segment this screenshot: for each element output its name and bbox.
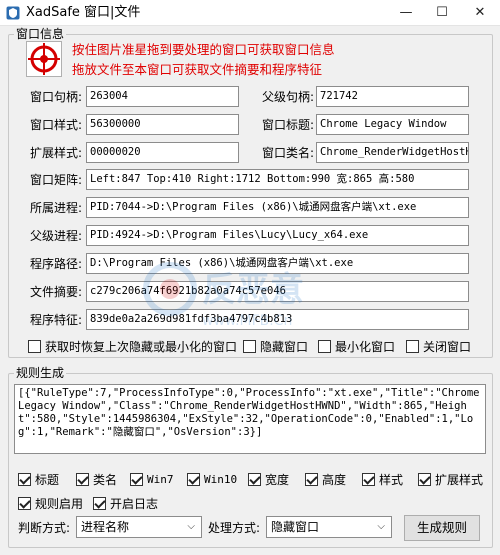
rect-field[interactable]: Left:847 Top:410 Right:1712 Bottom:990 宽… (86, 169, 469, 190)
check-enable-log[interactable]: 开启日志 (93, 495, 158, 511)
check-width[interactable]: 宽度 (248, 471, 289, 487)
rect-label: 窗口矩阵: (30, 173, 83, 187)
parent-process-field[interactable]: PID:4924->D:\Program Files\Lucy\Lucy_x64… (86, 225, 469, 246)
hint-drag-crosshair: 按住图片准星拖到要处理的窗口可获取窗口信息 (72, 42, 335, 57)
parent-handle-label: 父级句柄: (262, 90, 315, 104)
caption-label: 窗口标题: (262, 118, 315, 132)
digest-field[interactable]: c279c206a74f6921b82a0a74c57e046 (86, 281, 469, 302)
checkbox-box[interactable] (243, 339, 256, 353)
maximize-button[interactable]: ☐ (424, 0, 460, 26)
app-icon (6, 6, 20, 20)
minimize-button[interactable]: — (388, 0, 424, 26)
checkbox-box[interactable] (418, 472, 431, 486)
rule-textarea[interactable]: [{"RuleType":7,"ProcessInfoType":0,"Proc… (14, 384, 486, 454)
parent-process-label: 父级进程: (30, 229, 83, 243)
checkbox-box[interactable] (93, 496, 106, 510)
close-window-checkbox[interactable]: 关闭窗口 (406, 338, 471, 354)
parent-handle-field[interactable]: 721742 (316, 86, 469, 107)
class-label: 窗口类名: (262, 146, 315, 160)
exstyle-field[interactable]: 00000020 (86, 142, 239, 163)
style-field[interactable]: 56300000 (86, 114, 239, 135)
check-win7[interactable]: Win7 (130, 471, 174, 487)
hide-window-checkbox[interactable]: 隐藏窗口 (243, 338, 308, 354)
handle-mode-select[interactable]: 隐藏窗口 ⌵ (266, 516, 392, 538)
style-label: 窗口样式: (30, 118, 83, 132)
checkbox-box[interactable] (18, 496, 31, 510)
hint-drop-file: 拖放文件至本窗口可获取文件摘要和程序特征 (72, 62, 323, 77)
check-rule-enabled[interactable]: 规则启用 (18, 495, 83, 511)
handle-label: 窗口句柄: (30, 90, 83, 104)
feature-label: 程序特征: (30, 313, 83, 327)
checkbox-box[interactable] (406, 339, 419, 353)
caption-field[interactable]: Chrome Legacy Window (316, 114, 469, 135)
minimize-window-checkbox[interactable]: 最小化窗口 (318, 338, 395, 354)
checkbox-box[interactable] (130, 472, 143, 486)
check-exstyle[interactable]: 扩展样式 (418, 471, 483, 487)
class-field[interactable]: Chrome_RenderWidgetHostHWND (316, 142, 469, 163)
window-info-title: 窗口信息 (14, 27, 67, 41)
title-bar[interactable]: XadSafe 窗口|文件 — ☐ ✕ (0, 0, 500, 26)
checkbox-box[interactable] (318, 339, 331, 353)
close-button[interactable]: ✕ (462, 0, 498, 26)
check-height[interactable]: 高度 (305, 471, 346, 487)
check-style[interactable]: 样式 (362, 471, 403, 487)
checkbox-box[interactable] (28, 339, 41, 353)
check-class[interactable]: 类名 (76, 471, 117, 487)
checkbox-box[interactable] (248, 472, 261, 486)
judge-label: 判断方式: (18, 521, 71, 535)
check-win10[interactable]: Win10 (187, 471, 237, 487)
exstyle-label: 扩展样式: (30, 146, 83, 160)
chevron-down-icon: ⌵ (187, 521, 195, 532)
checkbox-box[interactable] (76, 472, 89, 486)
handle-field[interactable]: 263004 (86, 86, 239, 107)
path-label: 程序路径: (30, 257, 83, 271)
rule-gen-title: 规则生成 (14, 366, 67, 380)
check-title[interactable]: 标题 (18, 471, 59, 487)
crosshair-target-icon[interactable] (26, 41, 62, 77)
process-field[interactable]: PID:7044->D:\Program Files (x86)\城通网盘客户端… (86, 197, 469, 218)
checkbox-box[interactable] (362, 472, 375, 486)
digest-label: 文件摘要: (30, 285, 83, 299)
process-label: 所属进程: (30, 201, 83, 215)
handle-mode-label: 处理方式: (208, 521, 261, 535)
window-title: XadSafe 窗口|文件 (26, 5, 141, 20)
checkbox-box[interactable] (18, 472, 31, 486)
feature-field[interactable]: 839de0a2a269d981fdf3ba4797c4b813 (86, 309, 469, 330)
restore-window-checkbox[interactable]: 获取时恢复上次隐藏或最小化的窗口 (28, 338, 237, 354)
path-field[interactable]: D:\Program Files (x86)\城通网盘客户端\xt.exe (86, 253, 469, 274)
generate-rule-button[interactable]: 生成规则 (404, 515, 480, 541)
chevron-down-icon: ⌵ (377, 521, 385, 532)
checkbox-box[interactable] (187, 472, 200, 486)
judge-select[interactable]: 进程名称 ⌵ (76, 516, 202, 538)
checkbox-box[interactable] (305, 472, 318, 486)
